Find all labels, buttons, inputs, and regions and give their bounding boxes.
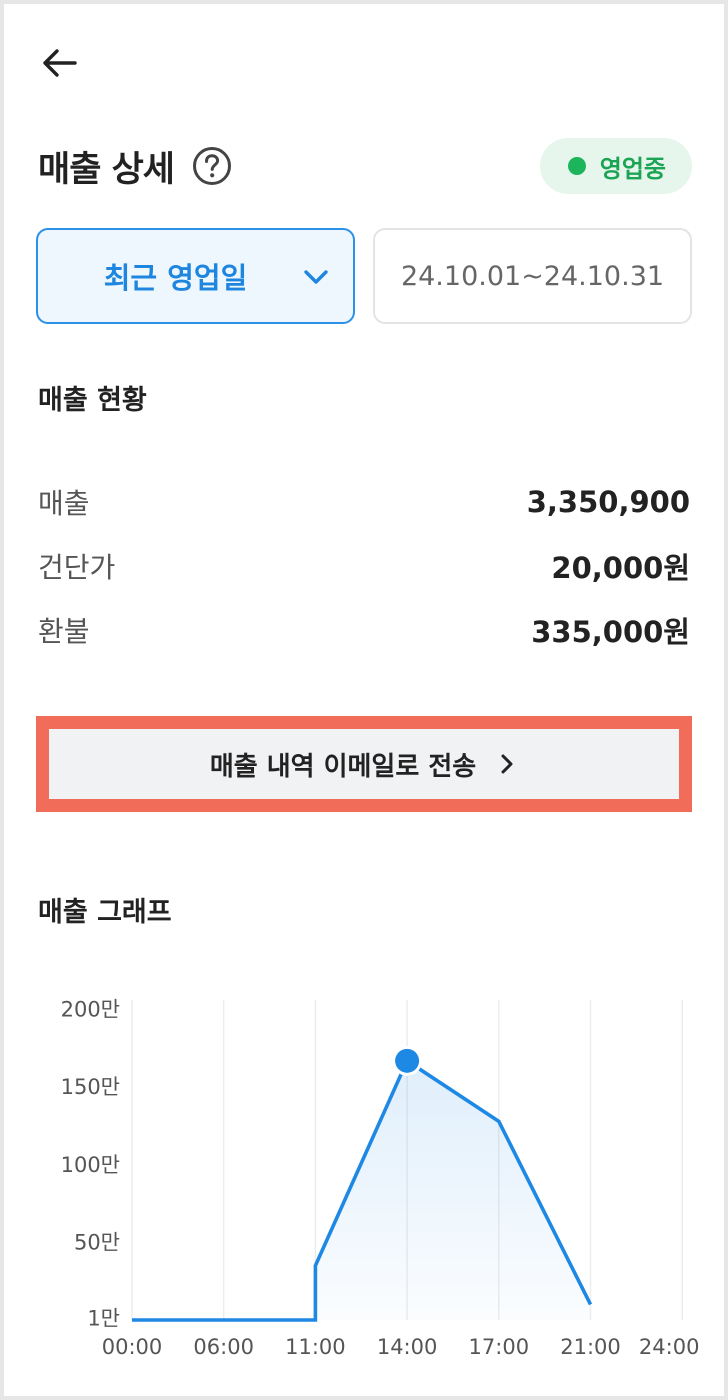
sales-chart: 1만 50만 100만 150만 200만 00:00 06:00 11:00 14:00 17…: [61, 998, 700, 1359]
chart-x-tick-label: 00:00: [102, 1335, 163, 1359]
summary-value: 3,350,900: [526, 485, 690, 519]
arrow-left-icon: [43, 49, 77, 77]
chevron-down-icon: [304, 270, 328, 284]
title-row: 매출 상세 영업중: [38, 136, 692, 196]
page-title: 매출 상세: [38, 149, 175, 190]
back-button[interactable]: [36, 40, 82, 86]
summary-value: 335,000원: [531, 615, 690, 649]
chart-y-tick-labels: 1만 50만 100만 150만 200만: [61, 998, 120, 1331]
chart-x-tick-label: 24:00: [639, 1335, 700, 1359]
summary-row-refund: 환불 335,000원: [38, 598, 690, 662]
chart-area-layer: [132, 1060, 591, 1320]
chevron-right-icon: [501, 754, 513, 774]
question-circle-icon[interactable]: [192, 146, 232, 186]
summary-label: 매출: [38, 487, 90, 520]
chart-x-tick-labels: 00:00 06:00 11:00 14:00 17:00 21:00 24:00: [102, 1335, 700, 1359]
chart-x-tick-label: 21:00: [560, 1335, 621, 1359]
chart-y-tick-label: 1만: [87, 1306, 120, 1330]
summary-label: 건단가: [38, 551, 116, 584]
period-select-label: 최근 영업일: [103, 261, 248, 295]
chart-x-tick-label: 14:00: [377, 1335, 438, 1359]
send-email-button-label: 매출 내역 이메일로 전송: [209, 751, 477, 782]
chart-y-tick-label: 50만: [74, 1230, 120, 1254]
chart-x-tick-label: 06:00: [193, 1335, 254, 1359]
date-range-field[interactable]: 24.10.01~24.10.31: [373, 228, 692, 324]
summary-label: 환불: [38, 615, 90, 648]
filter-row: 최근 영업일 24.10.01~24.10.31: [36, 228, 692, 324]
period-select[interactable]: 최근 영업일: [36, 228, 355, 324]
summary-row-sales: 매출 3,350,900: [38, 470, 690, 534]
chart-x-tick-label: 11:00: [285, 1335, 346, 1359]
summary-list: 매출 3,350,900 건단가 20,000원 환불 335,000원: [38, 470, 690, 662]
send-email-button[interactable]: 매출 내역 이메일로 전송: [49, 729, 679, 799]
chart-area-fill: [132, 1060, 591, 1320]
summary-value: 20,000원: [551, 551, 690, 585]
status-dot-icon: [567, 157, 586, 175]
chart-y-tick-label: 150만: [61, 1075, 120, 1099]
status-label: 영업중: [599, 154, 666, 183]
chart-y-tick-label: 200만: [61, 998, 120, 1022]
status-badge: 영업중: [539, 138, 692, 194]
summary-section-title: 매출 현황: [38, 385, 147, 416]
graph-section-title: 매출 그래프: [38, 897, 172, 928]
summary-row-unit-price: 건단가 20,000원: [38, 534, 690, 598]
chart-y-tick-label: 100만: [61, 1153, 120, 1177]
chart-x-tick-label: 17:00: [469, 1335, 530, 1359]
email-button-highlight: 매출 내역 이메일로 전송: [36, 716, 692, 812]
chart-point-layer: [392, 1045, 423, 1076]
chart-highlight-point[interactable]: [395, 1048, 420, 1073]
